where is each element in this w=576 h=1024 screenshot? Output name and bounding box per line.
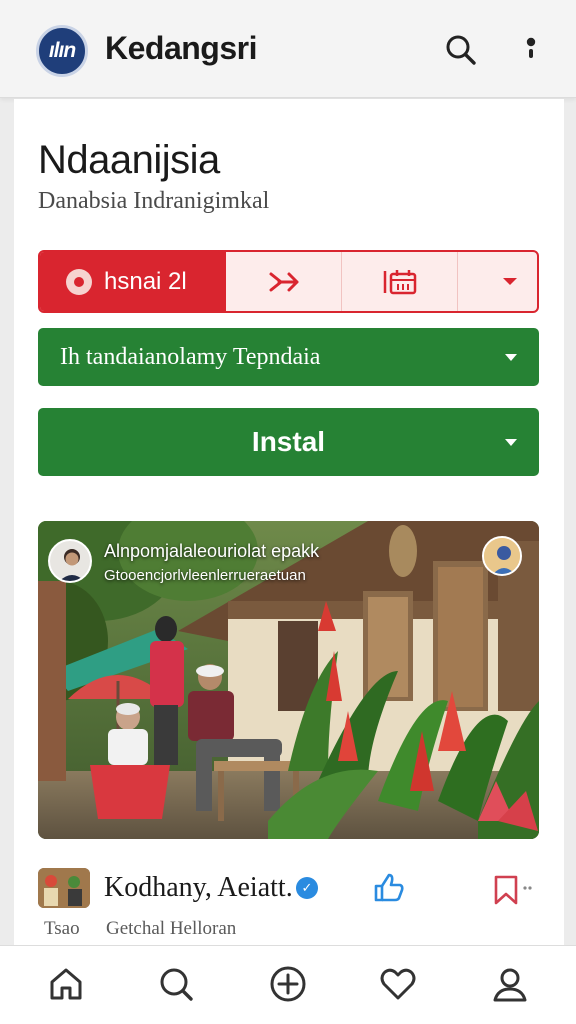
bookmark-icon <box>494 875 532 905</box>
chevron-down-icon <box>503 277 517 285</box>
avatar[interactable] <box>48 539 92 583</box>
avatar[interactable] <box>482 536 522 576</box>
search-button[interactable] <box>444 33 478 67</box>
app-logo[interactable]: ılın <box>36 25 88 77</box>
author-thumbnail[interactable] <box>38 868 90 908</box>
tab-share[interactable] <box>226 252 342 311</box>
tab-dropdown[interactable] <box>458 252 537 311</box>
add-circle-icon <box>270 966 306 1002</box>
page-subtitle: Danabsia Indranigimkal <box>38 188 270 214</box>
category-select-value: Ih tandaianolamy Tepndaia <box>60 343 321 370</box>
user-icon <box>493 968 527 1002</box>
top-app-bar: ılın Kedangsri <box>0 0 576 98</box>
author-photo <box>38 868 90 908</box>
tab-badge-icon <box>66 268 92 295</box>
more-vertical-icon <box>526 37 536 58</box>
post-image[interactable]: Alnpomjalaleouriolat epakk Gtooencjorlvl… <box>38 521 539 839</box>
search-icon <box>446 35 476 65</box>
nav-profile[interactable] <box>490 964 530 1004</box>
nav-home[interactable] <box>46 964 86 1004</box>
more-options-button[interactable] <box>520 34 542 66</box>
verified-icon: ✓ <box>296 877 318 899</box>
nav-favorites[interactable] <box>378 964 418 1004</box>
category-select[interactable]: Ih tandaianolamy Tepndaia <box>38 328 539 386</box>
chevron-down-icon <box>505 439 517 446</box>
heart-icon <box>380 968 416 1000</box>
like-button[interactable] <box>372 870 406 904</box>
install-button[interactable]: Instal <box>38 408 539 476</box>
chevron-down-icon <box>505 354 517 361</box>
tab-active[interactable]: hsnai 2l <box>40 252 226 311</box>
image-subtitle: Gtooencjorlvleenlerrueraetuan <box>104 567 306 584</box>
nav-create[interactable] <box>268 964 308 1004</box>
tab-active-label: hsnai 2l <box>104 267 187 295</box>
app-title: Kedangsri <box>105 30 257 66</box>
image-title: Alnpomjalaleouriolat epakk <box>104 541 320 561</box>
bottom-navigation <box>0 945 576 1024</box>
post-meta-right: Getchal Helloran <box>106 918 237 939</box>
author-name[interactable]: Kodhany, Aeiatt. <box>104 872 293 904</box>
install-button-label: Instal <box>251 426 326 457</box>
home-icon <box>50 968 82 1000</box>
post-meta-left: Tsao <box>44 918 80 939</box>
action-tabs: hsnai 2l <box>38 250 539 313</box>
page-title: Ndaanijsia <box>38 138 220 182</box>
nav-search[interactable] <box>156 964 196 1004</box>
tab-calendar[interactable] <box>342 252 458 311</box>
calendar-icon <box>383 269 416 294</box>
share-arrow-icon <box>269 272 298 291</box>
bookmark-button[interactable] <box>492 874 532 906</box>
search-icon <box>160 968 193 1001</box>
thumbs-up-icon <box>374 873 404 902</box>
